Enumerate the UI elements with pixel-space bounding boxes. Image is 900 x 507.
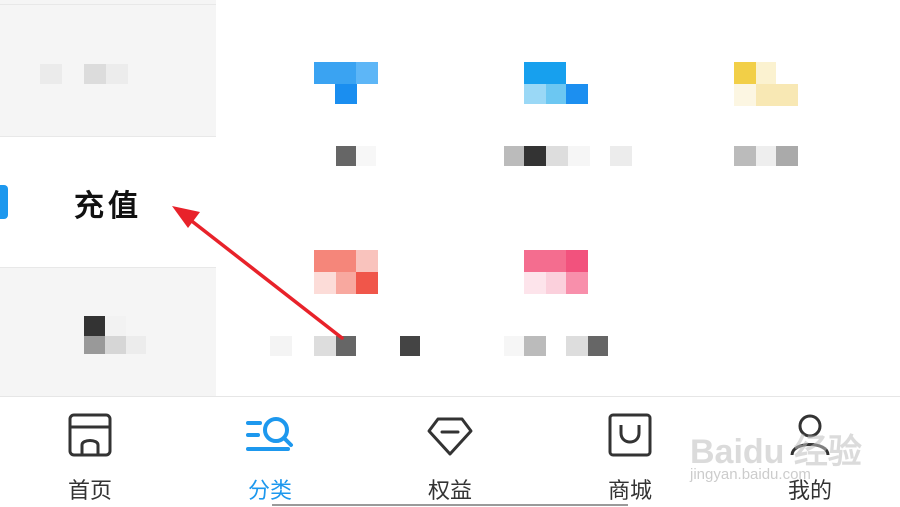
baidu-jingyan-watermark: Baidu 经验 jingyan.baidu.com bbox=[690, 408, 890, 488]
diamond-icon bbox=[427, 417, 473, 456]
tab-category[interactable]: 分类 bbox=[180, 397, 360, 507]
tab-label: 首页 bbox=[67, 479, 112, 504]
home-icon bbox=[68, 413, 112, 457]
category-search-icon bbox=[246, 417, 293, 451]
tab-label: 权益 bbox=[427, 479, 472, 504]
watermark-url: jingyan.baidu.com bbox=[690, 466, 811, 483]
shopping-bag-icon bbox=[608, 413, 652, 457]
tab-benefits[interactable]: 权益 bbox=[360, 397, 540, 507]
tab-home[interactable]: 首页 bbox=[0, 397, 180, 507]
tab-label: 分类 bbox=[247, 479, 292, 504]
